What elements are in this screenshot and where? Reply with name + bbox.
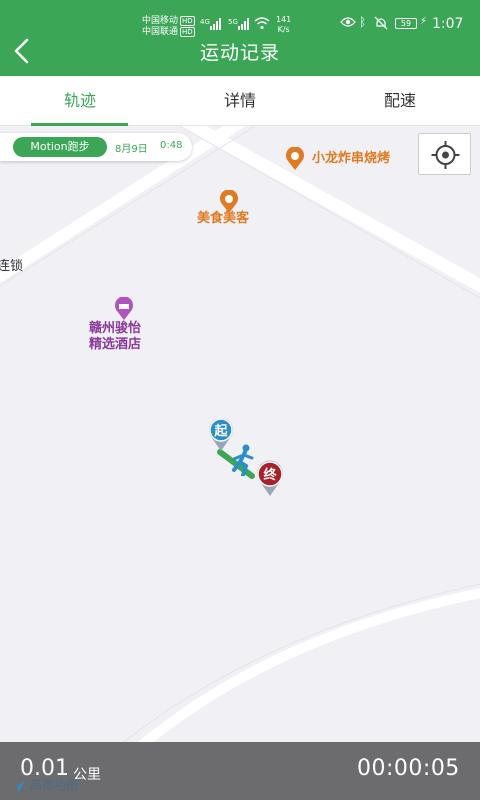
status-time: 1:07 [432,16,464,32]
motion-info-card: Motion跑步 8月9日 0:48 [0,133,192,161]
page-title: 运动记录 [199,42,280,64]
carrier-info: 中国移动 HD 中国联通 HD [142,16,195,38]
start-label: 起 [214,424,228,439]
end-label: 终 [263,468,277,483]
eye-icon [340,17,356,27]
locate-button[interactable] [418,133,471,175]
status-bar: 中国移动 HD 中国联通 HD 4G 5G 141 K/s ᛒ 59 ⚡ 1:07 [0,14,480,40]
battery-indicator: 59 [395,18,417,29]
mute-bell-icon [374,16,388,30]
poi-label-meishi[interactable]: 美食美客 [197,211,249,227]
tab-track[interactable]: 轨迹 [0,76,160,126]
hotel-poi-icon [115,297,133,320]
motion-type-tag: Motion跑步 [13,137,107,157]
motion-start-time: 0:48 [160,140,183,151]
app-header: 中国移动 HD 中国联通 HD 4G 5G 141 K/s ᛒ 59 ⚡ 1:07 [0,0,480,76]
tab-bar: 轨迹 详情 配速 [0,76,480,126]
poi-label-hotel[interactable]: 赣州骏怡 精选酒店 [89,321,141,353]
tab-details[interactable]: 详情 [160,76,320,126]
tab-pace[interactable]: 配速 [320,76,480,126]
network-type-5g: 5G [228,18,238,26]
signal-icon [210,18,221,30]
summary-bar: 0.01 公里 00:00:05 高德地图 [0,742,480,800]
amap-logo-icon [11,779,25,792]
map-view[interactable]: 小龙炸串烧烤 美食美客 赣州骏怡 精选酒店 连锁 Motion跑步 8月9日 0… [0,126,480,742]
wifi-icon [254,17,270,30]
amap-logo: 高德地图 [10,776,78,793]
crosshair-icon [431,141,460,169]
poi-label-chain: 连锁 [0,259,24,274]
carrier-2: 中国联通 [142,27,179,37]
food-poi-icon [286,147,304,170]
bluetooth-icon: ᛒ [359,15,367,29]
end-marker[interactable]: 终 [254,459,286,497]
carrier-1: 中国移动 [142,16,179,26]
motion-date: 8月9日 [115,144,148,155]
duration-value: 00:00:05 [357,756,460,781]
poi-label-xiaolong[interactable]: 小龙炸串烧烤 [312,151,390,167]
hd-badge: HD [180,27,195,37]
hd-badge: HD [180,16,195,26]
network-speed: 141 K/s [276,15,292,34]
network-type-4g: 4G [200,18,210,26]
signal-icon [238,18,249,30]
runner-icon [232,444,254,476]
charging-icon: ⚡ [420,16,428,27]
